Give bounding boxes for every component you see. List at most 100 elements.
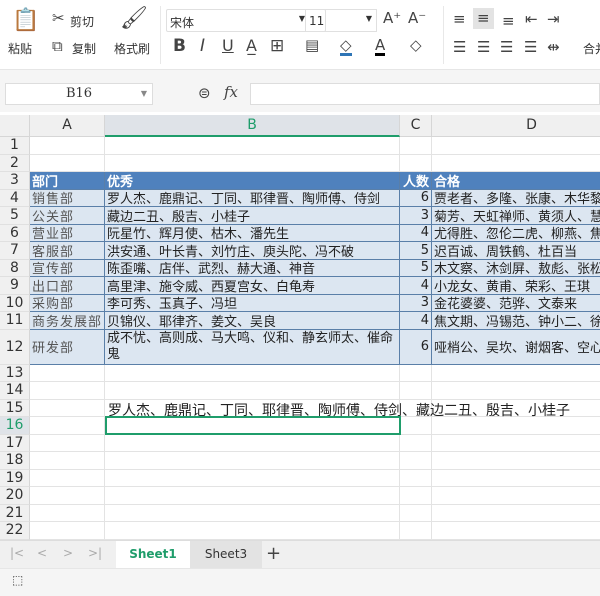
clear-icon[interactable]: ◇ [410,38,422,53]
row-header-3[interactable]: 3 [0,172,30,190]
indent-increase-icon[interactable]: ⇥ [547,12,560,27]
fill-color-icon[interactable]: ◇ [340,38,352,56]
table-cell[interactable]: 营业部 [30,224,105,242]
cell[interactable] [432,505,600,522]
table-header-cell[interactable]: 部门 [30,172,105,190]
strikethrough-icon[interactable]: A̲ [246,38,257,54]
font-color-icon[interactable]: A [375,38,386,56]
table-cell[interactable]: 商务发展部 [30,312,105,330]
table-cell[interactable]: 出口部 [30,277,105,295]
cell[interactable] [105,434,400,452]
table-cell[interactable]: 木文察、沐剑屏、敖彪、张松 [432,259,600,277]
cell[interactable] [30,522,105,540]
cell[interactable] [30,452,105,470]
table-cell[interactable]: 5 [400,242,432,260]
table-cell[interactable]: 采购部 [30,294,105,312]
table-cell[interactable]: 哑梢公、吴坎、谢烟客、空心 [432,329,600,365]
bold-icon[interactable]: B [173,38,186,55]
column-header-A[interactable]: A [30,115,105,137]
paste-button[interactable]: 粘贴 [8,40,32,57]
row-header-22[interactable]: 22 [0,522,30,540]
cell[interactable] [432,470,600,487]
table-cell[interactable]: 销售部 [30,189,105,207]
last-sheet-icon[interactable]: >| [88,547,102,559]
cell[interactable] [400,504,432,522]
select-all-corner[interactable] [0,115,30,137]
table-cell[interactable]: 高里津、施令威、西夏宫女、白龟寿 [105,277,400,295]
decrease-font-icon[interactable]: A⁻ [408,11,426,26]
copy-button[interactable]: 复制 [72,40,96,57]
row15-text[interactable]: 罗人杰、鹿鼎记、丁同、耶律晋、陶师傅、侍剑、藏边二丑、殷吉、小桂子 [108,400,570,419]
row-header-17[interactable]: 17 [0,434,30,452]
cut-button[interactable]: 剪切 [70,13,94,30]
cell[interactable] [105,504,400,522]
table-cell[interactable]: 藏边二丑、殷吉、小桂子 [105,207,400,225]
distribute-icon[interactable]: ⇹ [547,40,560,55]
table-cell[interactable]: 尤得胜、忽伦二虎、柳燕、焦 [432,224,600,242]
table-cell[interactable]: 贝锦仪、耶律齐、姜文、吴良 [105,312,400,330]
table-header-cell[interactable]: 合格 [432,172,600,190]
row-header-13[interactable]: 13 [0,364,30,382]
row-header-15[interactable]: 15 [0,399,30,417]
row-header-19[interactable]: 19 [0,469,30,487]
table-cell[interactable]: 贾老者、多隆、张康、木华黎 [432,189,600,207]
format-painter-icon[interactable]: 🖌 [120,8,148,30]
cell[interactable] [30,434,105,452]
row-header-20[interactable]: 20 [0,487,30,505]
table-cell[interactable]: 4 [400,312,432,330]
table-cell[interactable]: 金花婆婆、范骅、文泰来 [432,294,600,312]
cell[interactable] [105,382,400,400]
cell[interactable] [432,417,600,435]
align-bottom-icon[interactable]: ≡ [502,14,515,29]
cell[interactable] [30,487,105,505]
paste-icon[interactable]: 📋 [12,10,39,32]
row-header-6[interactable]: 6 [0,224,30,242]
borders-icon[interactable]: ⊞ [270,38,284,55]
table-cell[interactable]: 洪安通、叶长青、刘竹庄、庾头陀、冯不破 [105,242,400,260]
table-cell[interactable]: 6 [400,189,432,207]
cell[interactable] [30,154,105,172]
row-header-12[interactable]: 12 [0,329,30,365]
copy-icon[interactable]: ⧉ [52,39,63,54]
table-cell[interactable]: 客服部 [30,242,105,260]
justify-icon[interactable]: ☰ [524,40,537,55]
cell[interactable] [432,435,600,452]
cut-icon[interactable]: ✂ [52,11,65,26]
next-sheet-icon[interactable]: > [63,547,73,559]
prev-sheet-icon[interactable]: < [37,547,47,559]
row-header-11[interactable]: 11 [0,312,30,330]
align-center-icon[interactable]: ☰ [477,40,490,55]
column-header-C[interactable]: C [400,115,432,137]
cell[interactable] [105,522,400,540]
cell[interactable] [400,417,432,435]
row-header-1[interactable]: 1 [0,137,30,155]
cell[interactable] [400,452,432,470]
font-size-select[interactable]: 11 ▼ [305,9,377,32]
cell[interactable] [400,434,432,452]
row-header-18[interactable]: 18 [0,452,30,470]
row-header-14[interactable]: 14 [0,382,30,400]
tab-sheet1[interactable]: Sheet1 [116,541,190,569]
add-sheet-button[interactable]: + [266,545,281,563]
cell[interactable] [400,364,432,382]
cell[interactable] [105,487,400,505]
table-cell[interactable]: 4 [400,277,432,295]
indent-decrease-icon[interactable]: ⇤ [525,12,538,27]
italic-icon[interactable]: I [200,38,205,55]
row-header-9[interactable]: 9 [0,277,30,295]
cell[interactable] [105,469,400,487]
cell[interactable] [105,137,400,155]
cell[interactable] [400,382,432,400]
row-header-2[interactable]: 2 [0,154,30,172]
table-cell[interactable]: 迟百诚、周铁鹤、杜百当 [432,242,600,260]
table-cell[interactable]: 焦文期、冯锡范、钟小二、徐 [432,312,600,330]
table-cell[interactable]: 3 [400,294,432,312]
cell[interactable] [400,522,432,540]
first-sheet-icon[interactable]: |< [10,547,24,559]
table-cell[interactable]: 陈歪嘴、店伴、武烈、赫大通、神音 [105,259,400,277]
align-right-icon[interactable]: ☰ [500,40,513,55]
cell[interactable] [432,382,600,400]
cell[interactable] [432,155,600,172]
table-cell[interactable]: 研发部 [30,329,105,365]
cell[interactable] [30,137,105,155]
